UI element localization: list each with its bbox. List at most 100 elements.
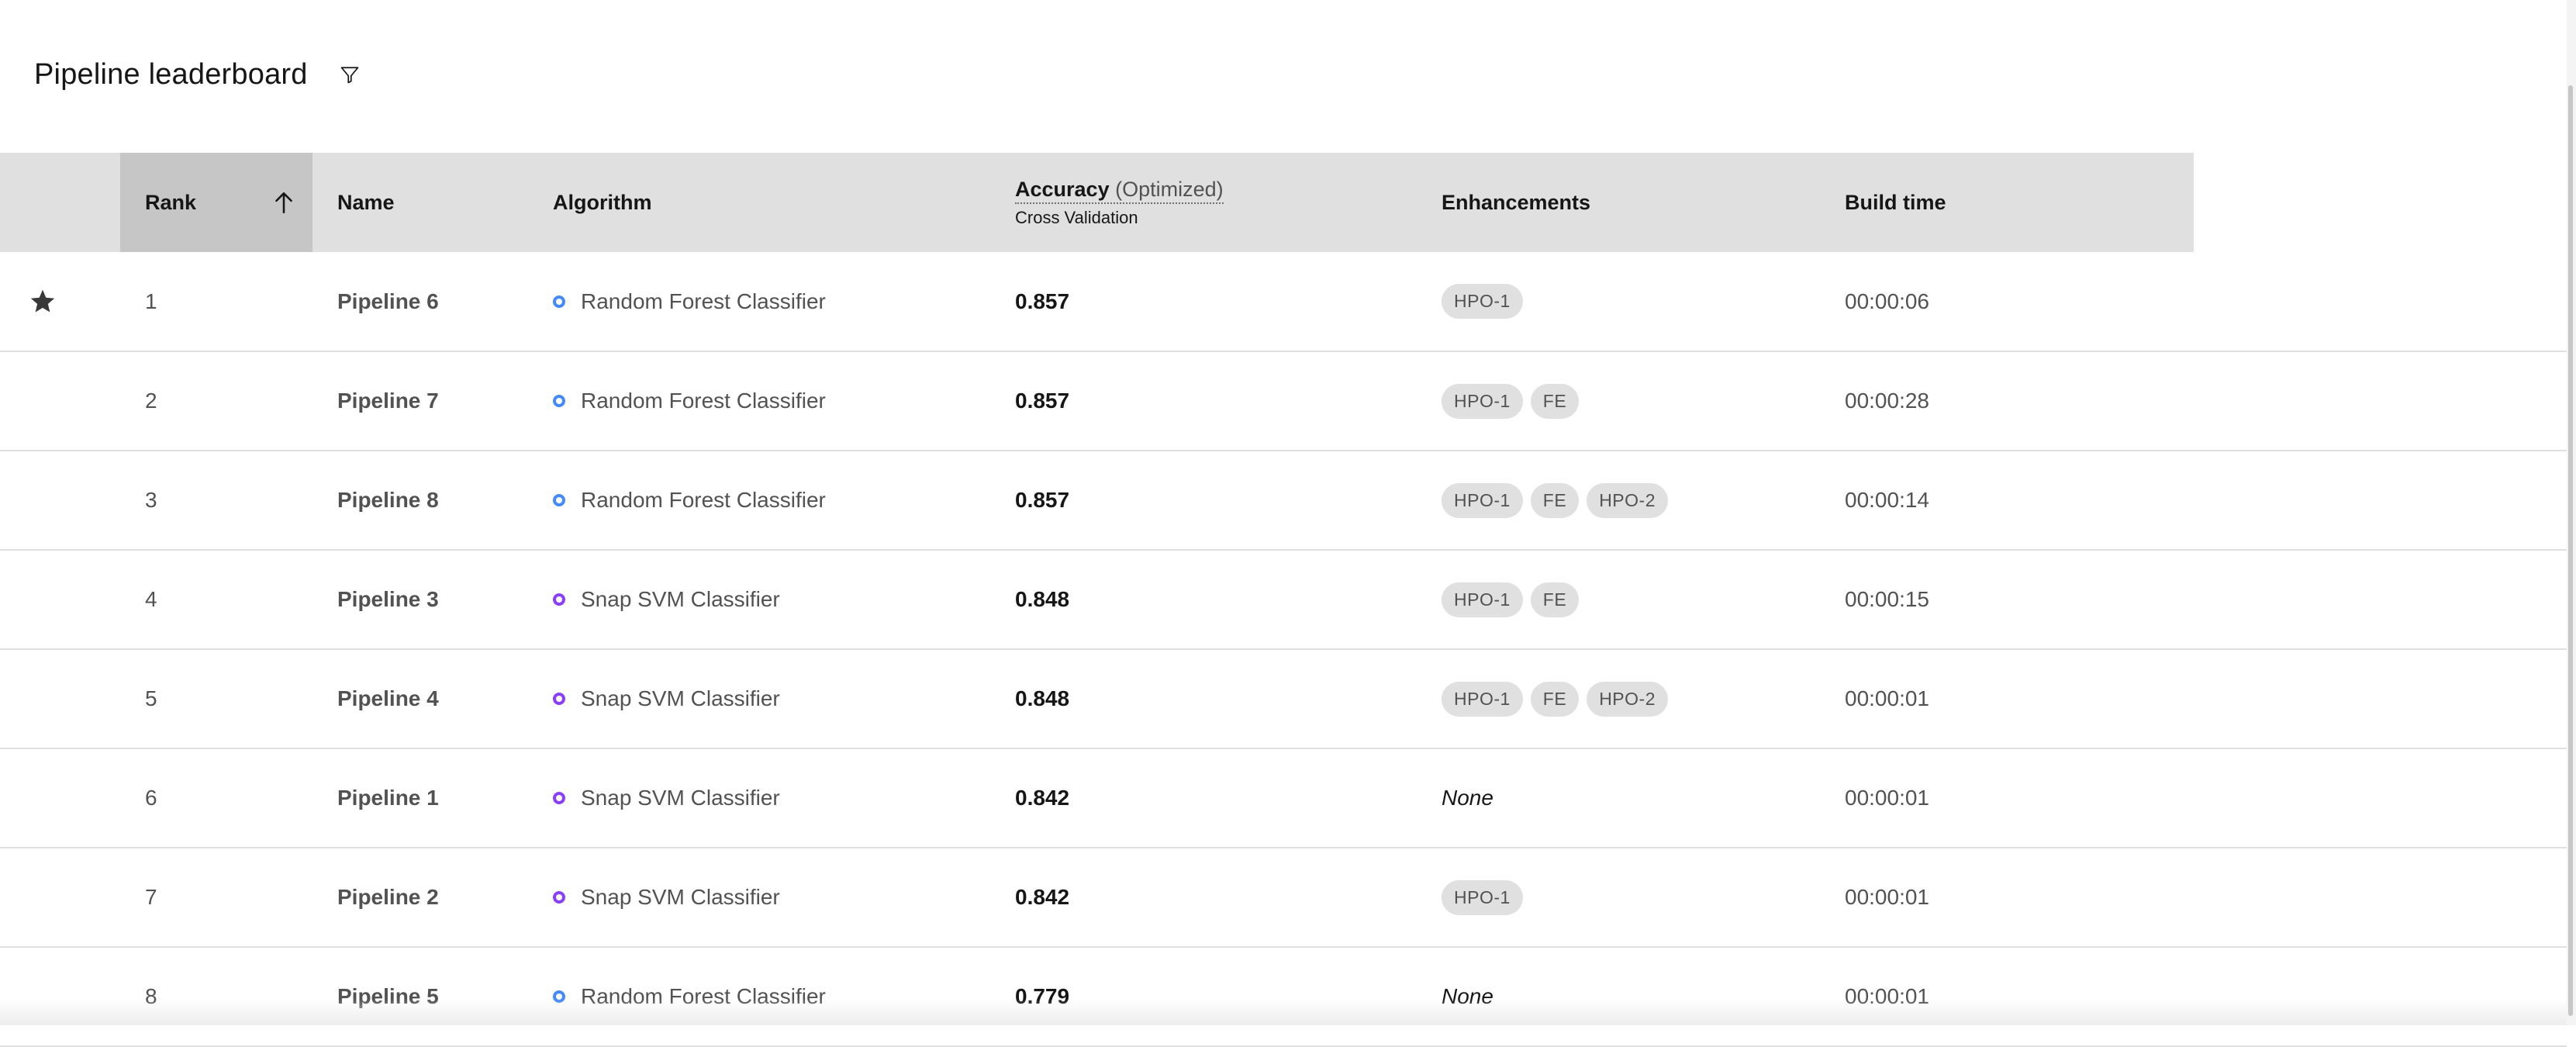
table-row[interactable]: 4 Pipeline 3 Snap SVM Classifier 0.848 HPO-1…	[0, 550, 2567, 649]
algorithm-name: Random Forest Classifier	[581, 289, 826, 313]
pipeline-name[interactable]: Pipeline 2	[313, 885, 528, 910]
cell-rank: 1	[120, 252, 313, 351]
cell-algorithm: Snap SVM Classifier	[528, 649, 990, 748]
cell-accuracy: 0.842	[990, 748, 1417, 848]
header-build-time-label: Build time	[1845, 190, 1946, 214]
accuracy-optimized-note: (Optimized)	[1115, 177, 1224, 201]
header-accuracy[interactable]: Accuracy (Optimized) Cross Validation	[990, 153, 1417, 252]
build-time-value: 00:00:15	[1845, 587, 1929, 611]
pipeline-name[interactable]: Pipeline 3	[313, 587, 528, 612]
cell-spacer	[2194, 351, 2567, 451]
rank-value: 4	[145, 587, 157, 611]
cell-spacer	[2194, 848, 2567, 947]
pipeline-name[interactable]: Pipeline 7	[313, 389, 528, 413]
cell-rank: 4	[120, 550, 313, 649]
cell-algorithm: Random Forest Classifier	[528, 252, 990, 351]
header-enhancements-label: Enhancements	[1442, 190, 1591, 214]
cell-build-time: 00:00:28	[1820, 351, 2194, 451]
cell-name[interactable]: Pipeline 1	[313, 748, 528, 848]
header-algorithm[interactable]: Algorithm	[528, 153, 990, 252]
cell-accuracy: 0.842	[990, 848, 1417, 947]
cell-build-time: 00:00:01	[1820, 947, 2194, 1046]
enhancement-tag: HPO-1	[1442, 879, 1523, 915]
table-row[interactable]: 5 Pipeline 4 Snap SVM Classifier 0.848 HPO-1…	[0, 649, 2567, 748]
cell-name[interactable]: Pipeline 4	[313, 649, 528, 748]
leaderboard-page: Pipeline leaderboard Rank Name Algorithm…	[0, 0, 2567, 1046]
cell-rank: 3	[120, 451, 313, 550]
cell-name[interactable]: Pipeline 5	[313, 947, 528, 1046]
cell-enhancements: None	[1417, 947, 1820, 1046]
cell-enhancements: HPO-1 FE	[1417, 550, 1820, 649]
cell-star	[0, 748, 120, 848]
rank-value: 7	[145, 885, 157, 909]
cell-spacer	[2194, 451, 2567, 550]
accuracy-value: 0.842	[1015, 885, 1070, 909]
build-time-value: 00:00:14	[1845, 488, 1929, 512]
algorithm-name: Snap SVM Classifier	[581, 885, 780, 909]
algorithm-dot-icon	[553, 891, 565, 904]
rank-value: 6	[145, 786, 157, 810]
scroll-fade	[0, 999, 2567, 1025]
table-row[interactable]: 1 Pipeline 6 Random Forest Classifier 0.857…	[0, 252, 2567, 351]
cell-accuracy: 0.848	[990, 550, 1417, 649]
sort-ascending-icon[interactable]	[271, 189, 297, 216]
cell-build-time: 00:00:01	[1820, 649, 2194, 748]
header-accuracy-label[interactable]: Accuracy (Optimized)	[1015, 177, 1224, 204]
enhancement-tag: HPO-1	[1442, 383, 1523, 419]
table-row[interactable]: 8 Pipeline 5 Random Forest Classifier 0.779…	[0, 947, 2567, 1046]
cell-rank: 5	[120, 649, 313, 748]
table-row[interactable]: 2 Pipeline 7 Random Forest Classifier 0.857…	[0, 351, 2567, 451]
scrollbar-thumb[interactable]	[2568, 85, 2573, 1016]
table-row[interactable]: 6 Pipeline 1 Snap SVM Classifier 0.842 None 0…	[0, 748, 2567, 848]
accuracy-subtitle: Cross Validation	[1015, 207, 1138, 227]
star-icon[interactable]	[28, 287, 57, 316]
cell-spacer	[2194, 947, 2567, 1046]
rank-value: 1	[145, 289, 157, 313]
header-algorithm-label: Algorithm	[553, 190, 652, 214]
table-row[interactable]: 3 Pipeline 8 Random Forest Classifier 0.857…	[0, 451, 2567, 550]
enhancement-tag: HPO-1	[1442, 482, 1523, 518]
cell-rank: 7	[120, 848, 313, 947]
filter-button[interactable]	[334, 59, 365, 90]
pipeline-name[interactable]: Pipeline 6	[313, 289, 528, 314]
cell-build-time: 00:00:06	[1820, 252, 2194, 351]
enhancement-tag: HPO-1	[1442, 284, 1523, 319]
header-build-time[interactable]: Build time	[1820, 153, 2194, 252]
build-time-value: 00:00:01	[1845, 786, 1929, 810]
cell-rank: 6	[120, 748, 313, 848]
enhancement-tag: FE	[1530, 681, 1580, 717]
algorithm-name: Snap SVM Classifier	[581, 786, 780, 810]
cell-star	[0, 550, 120, 649]
filter-icon	[340, 67, 358, 84]
cell-spacer	[2194, 252, 2567, 351]
cell-star	[0, 351, 120, 451]
build-time-value: 00:00:01	[1845, 686, 1929, 710]
pipeline-name[interactable]: Pipeline 8	[313, 488, 528, 513]
algorithm-name: Random Forest Classifier	[581, 389, 826, 413]
accuracy-value: 0.857	[1015, 289, 1070, 313]
cell-spacer	[2194, 649, 2567, 748]
algorithm-name: Random Forest Classifier	[581, 488, 826, 512]
algorithm-name: Snap SVM Classifier	[581, 587, 780, 611]
cell-name[interactable]: Pipeline 3	[313, 550, 528, 649]
header-name[interactable]: Name	[313, 153, 528, 252]
cell-enhancements: HPO-1 FE HPO-2	[1417, 649, 1820, 748]
table-row[interactable]: 7 Pipeline 2 Snap SVM Classifier 0.842 HPO-1…	[0, 848, 2567, 947]
cell-accuracy: 0.857	[990, 351, 1417, 451]
enhancement-tag: HPO-1	[1442, 582, 1523, 617]
header-enhancements[interactable]: Enhancements	[1417, 153, 1820, 252]
cell-name[interactable]: Pipeline 7	[313, 351, 528, 451]
header: Pipeline leaderboard	[34, 51, 365, 98]
accuracy-value: 0.848	[1015, 686, 1070, 710]
vertical-scrollbar[interactable]	[2567, 0, 2576, 1025]
pipeline-name[interactable]: Pipeline 1	[313, 786, 528, 810]
cell-name[interactable]: Pipeline 6	[313, 252, 528, 351]
rank-value: 2	[145, 389, 157, 413]
pipeline-name[interactable]: Pipeline 4	[313, 686, 528, 711]
header-rank[interactable]: Rank	[120, 153, 313, 252]
cell-name[interactable]: Pipeline 2	[313, 848, 528, 947]
cell-enhancements: None	[1417, 748, 1820, 848]
cell-name[interactable]: Pipeline 8	[313, 451, 528, 550]
cell-star	[0, 451, 120, 550]
cell-build-time: 00:00:15	[1820, 550, 2194, 649]
